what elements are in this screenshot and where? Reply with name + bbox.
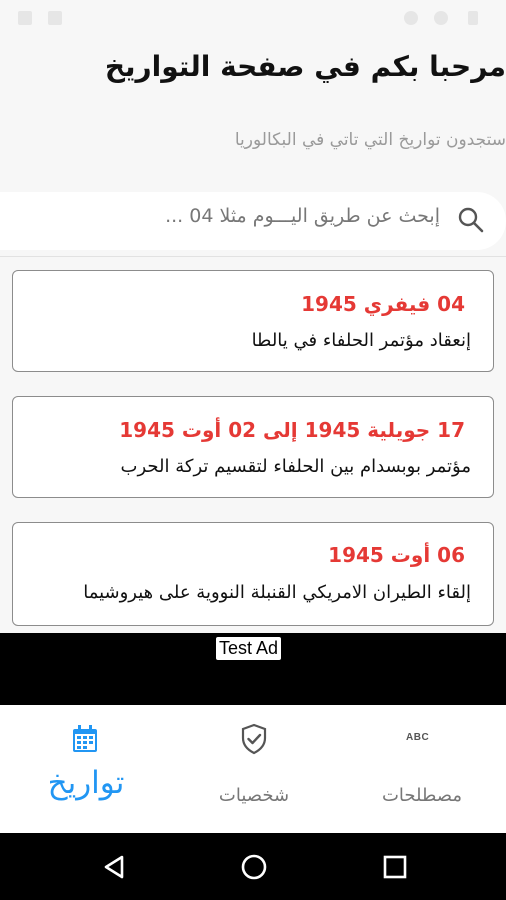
notification-icon <box>18 11 32 25</box>
nav-label-figures: شخصيات <box>218 785 290 806</box>
event-card[interactable]: 04 فيفري 1945 إنعقاد مؤتمر الحلفاء في يا… <box>12 270 494 372</box>
shield-check-icon <box>241 723 267 755</box>
notification-icon <box>48 11 62 25</box>
ad-label: Test Ad <box>216 637 282 660</box>
system-navigation-bar <box>0 833 506 900</box>
nav-item-dates[interactable]: تواريخ <box>0 705 168 833</box>
event-date: 06 أوت 1945 <box>328 543 465 567</box>
home-icon[interactable] <box>240 853 268 881</box>
event-description: إلقاء الطيران الامريكي القنبلة النووية ع… <box>83 582 471 603</box>
nav-label-terms: مصطلحات <box>381 785 463 806</box>
event-date: 17 جويلية 1945 إلى 02 أوت 1945 <box>119 418 465 442</box>
wifi-icon <box>404 11 418 25</box>
recent-apps-icon[interactable] <box>382 854 408 880</box>
abc-icon: ABC <box>406 732 430 743</box>
event-date: 04 فيفري 1945 <box>301 292 465 316</box>
nav-item-terms[interactable]: ABC مصطلحات <box>338 705 506 833</box>
page-subtitle: ستجدون تواريخ التي تاتي في البكالوريا <box>234 130 506 150</box>
search-icon[interactable] <box>457 206 485 234</box>
search-input[interactable]: إبحث عن طريق اليـــوم مثلا 04 ... <box>165 205 440 227</box>
nav-item-figures[interactable]: شخصيات <box>170 705 338 833</box>
back-icon[interactable] <box>101 854 127 880</box>
divider <box>0 256 506 257</box>
event-card[interactable]: 17 جويلية 1945 إلى 02 أوت 1945 مؤتمر بوب… <box>12 396 494 498</box>
status-bar <box>0 0 506 36</box>
calendar-icon <box>73 725 97 752</box>
page-title: مرحبا بكم في صفحة التواريخ <box>104 50 506 83</box>
nav-label-dates: تواريخ <box>47 765 125 801</box>
signal-icon <box>434 11 448 25</box>
event-card[interactable]: 06 أوت 1945 إلقاء الطيران الامريكي القنب… <box>12 522 494 626</box>
battery-icon <box>468 11 478 25</box>
event-description: إنعقاد مؤتمر الحلفاء في يالطا <box>251 330 471 351</box>
event-description: مؤتمر بوبسدام بين الحلفاء لتقسيم تركة ال… <box>120 456 471 477</box>
